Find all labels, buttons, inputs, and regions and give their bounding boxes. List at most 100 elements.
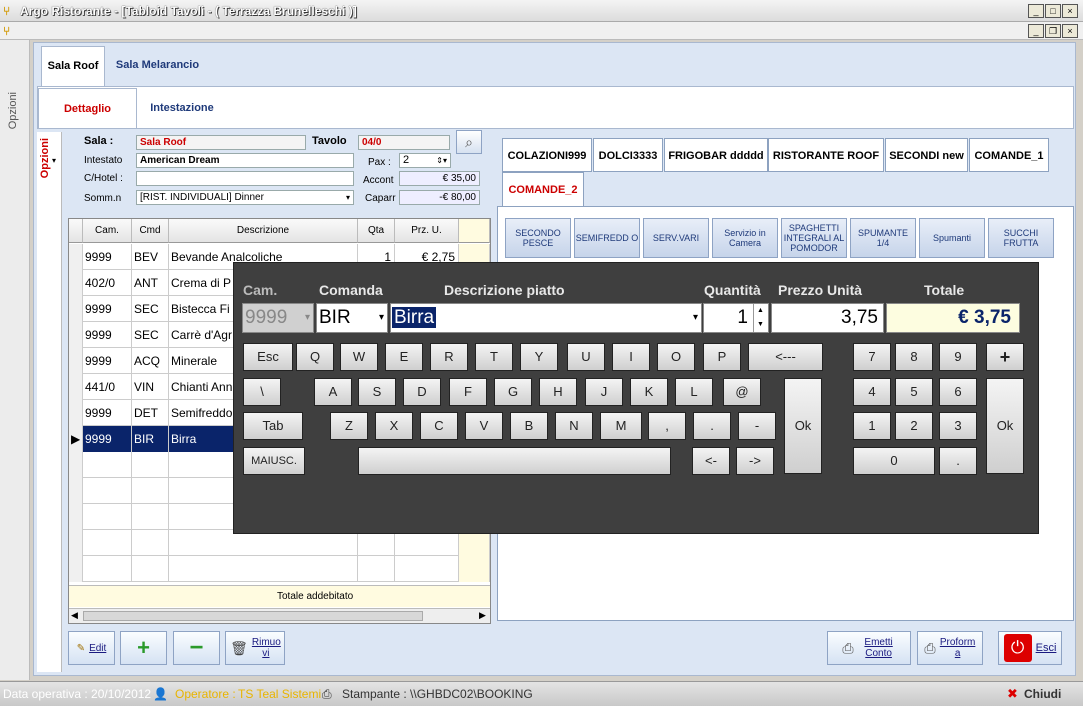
key[interactable]: D — [403, 378, 441, 406]
tab-category[interactable]: DOLCI3333 — [593, 138, 663, 172]
descrizione-select[interactable]: Birra ▾ — [390, 303, 702, 333]
detail-options-strip[interactable]: Opzioni ▾ — [37, 132, 62, 672]
edit-button[interactable]: ✎ Edit — [68, 631, 115, 665]
mdi-close-icon[interactable]: × — [1062, 24, 1078, 38]
scroll-left-icon[interactable]: ◀ — [71, 610, 78, 621]
tab-category[interactable]: SECONDI new — [885, 138, 968, 172]
chiudi-icon[interactable]: ✖ — [1007, 686, 1018, 702]
key[interactable]: F — [449, 378, 487, 406]
key-space[interactable] — [358, 447, 671, 475]
close-icon[interactable]: × — [1062, 4, 1078, 18]
mdi-minimize-icon[interactable]: _ — [1028, 24, 1044, 38]
key[interactable]: @ — [723, 378, 761, 406]
scroll-right-icon[interactable]: ▶ — [479, 610, 486, 621]
dish-button[interactable]: SPUMANTE 1/4 — [850, 218, 916, 258]
quantita-stepper[interactable]: 1 ▲ ▼ — [703, 303, 769, 333]
key-ok[interactable]: Ok — [784, 378, 822, 474]
key[interactable]: , — [648, 412, 686, 440]
key-right[interactable]: -> — [736, 447, 774, 475]
tab-dettaglio[interactable]: Dettaglio — [38, 88, 137, 128]
tab-sala-roof[interactable]: Sala Roof — [41, 46, 105, 86]
key[interactable]: X — [375, 412, 413, 440]
tab-category[interactable]: COMANDE_1 — [969, 138, 1049, 172]
somm-select[interactable]: [RIST. INDIVIDUALI] Dinner ▾ — [136, 190, 354, 205]
add-button[interactable]: + — [120, 631, 167, 665]
key[interactable]: Y — [520, 343, 558, 371]
key[interactable]: - — [738, 412, 776, 440]
minimize-icon[interactable]: _ — [1028, 4, 1044, 18]
key[interactable]: C — [420, 412, 458, 440]
key[interactable]: R — [430, 343, 468, 371]
stepper-arrows-icon[interactable]: ▲ ▼ — [753, 304, 767, 332]
tab-category[interactable]: FRIGOBAR ddddd — [664, 138, 768, 172]
numpad-key[interactable]: . — [939, 447, 977, 475]
scroll-thumb[interactable] — [83, 611, 423, 621]
tab-intestazione[interactable]: Intestazione — [141, 88, 223, 128]
dish-button[interactable]: SUCCHI FRUTTA — [988, 218, 1054, 258]
numpad-key[interactable]: 3 — [939, 412, 977, 440]
key-maiusc[interactable]: MAIUSC. — [243, 447, 305, 475]
key[interactable]: G — [494, 378, 532, 406]
key[interactable]: E — [385, 343, 423, 371]
chotel-field[interactable] — [136, 171, 354, 186]
numpad-key[interactable]: 2 — [895, 412, 933, 440]
key[interactable]: Esc — [243, 343, 293, 371]
tab-category-active[interactable]: COMANDE_2 — [502, 172, 584, 206]
numpad-ok[interactable]: Ok — [986, 378, 1024, 474]
key[interactable]: Q — [296, 343, 334, 371]
key[interactable]: S — [358, 378, 396, 406]
emetti-conto-button[interactable]: ⎙ Emetti Conto — [827, 631, 911, 665]
key[interactable]: B — [510, 412, 548, 440]
cam-select[interactable]: 9999 ▾ — [242, 303, 314, 333]
key[interactable]: \ — [243, 378, 281, 406]
key[interactable]: V — [465, 412, 503, 440]
key[interactable]: I — [612, 343, 650, 371]
rimuovi-button[interactable]: 🗑 Rimuo vi — [225, 631, 285, 665]
mdi-restore-icon[interactable]: ❐ — [1045, 24, 1061, 38]
numpad-key[interactable]: 7 — [853, 343, 891, 371]
prezzo-field[interactable]: 3,75 — [771, 303, 884, 333]
key[interactable]: A — [314, 378, 352, 406]
options-strip[interactable]: Opzioni — [0, 40, 30, 680]
numpad-key[interactable]: 6 — [939, 378, 977, 406]
key[interactable]: W — [340, 343, 378, 371]
chiudi-button[interactable]: Chiudi — [1024, 687, 1061, 701]
table-row[interactable] — [69, 556, 490, 582]
key[interactable]: U — [567, 343, 605, 371]
numpad-key[interactable]: 9 — [939, 343, 977, 371]
col-cmd[interactable]: Cmd — [132, 219, 169, 243]
numpad-key[interactable]: 8 — [895, 343, 933, 371]
col-qta[interactable]: Qta — [358, 219, 395, 243]
key[interactable]: L — [675, 378, 713, 406]
key[interactable]: M — [600, 412, 642, 440]
numpad-key[interactable]: 0 — [853, 447, 935, 475]
key[interactable]: <--- — [748, 343, 823, 371]
dish-button[interactable]: SERV.VARI — [643, 218, 709, 258]
col-prezzo[interactable]: Prz. U. — [395, 219, 459, 243]
search-icon[interactable]: ⌕ — [456, 130, 482, 154]
key[interactable]: N — [555, 412, 593, 440]
key[interactable]: O — [657, 343, 695, 371]
numpad-key[interactable]: + — [986, 343, 1024, 371]
comanda-select[interactable]: BIR ▾ — [316, 303, 388, 333]
esci-button[interactable]: ⏻ Esci — [998, 631, 1062, 665]
grid-hscrollbar[interactable]: ◀ ▶ — [69, 608, 490, 623]
key-left[interactable]: <- — [692, 447, 730, 475]
pax-field[interactable]: 2 ⇕▾ — [399, 153, 451, 168]
tab-category[interactable]: COLAZIONI999 — [502, 138, 592, 172]
proforma-button[interactable]: ⎙ Proform a — [917, 631, 983, 665]
maximize-icon[interactable]: □ — [1045, 4, 1061, 18]
remove-line-button[interactable]: − — [173, 631, 220, 665]
dish-button[interactable]: SEMIFREDD O — [574, 218, 640, 258]
col-cam[interactable]: Cam. — [83, 219, 132, 243]
tab-sala-melarancio[interactable]: Sala Melarancio — [110, 46, 205, 86]
numpad-key[interactable]: 5 — [895, 378, 933, 406]
tab-category[interactable]: RISTORANTE ROOF — [768, 138, 884, 172]
key[interactable]: K — [630, 378, 668, 406]
key[interactable]: J — [585, 378, 623, 406]
key[interactable]: P — [703, 343, 741, 371]
numpad-key[interactable]: 1 — [853, 412, 891, 440]
numpad-key[interactable]: 4 — [853, 378, 891, 406]
intestato-field[interactable]: American Dream — [136, 153, 354, 168]
dish-button[interactable]: SPAGHETTI INTEGRALI AL POMODOR — [781, 218, 847, 258]
